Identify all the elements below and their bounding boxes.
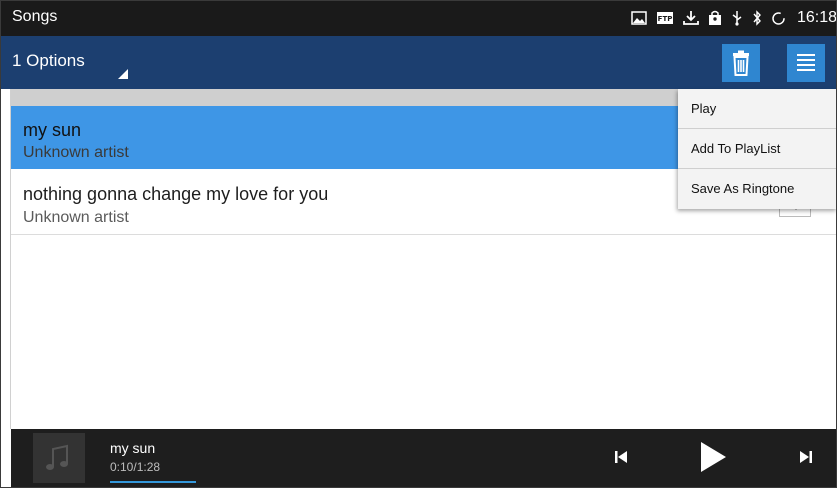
screen-frame [0,0,837,488]
